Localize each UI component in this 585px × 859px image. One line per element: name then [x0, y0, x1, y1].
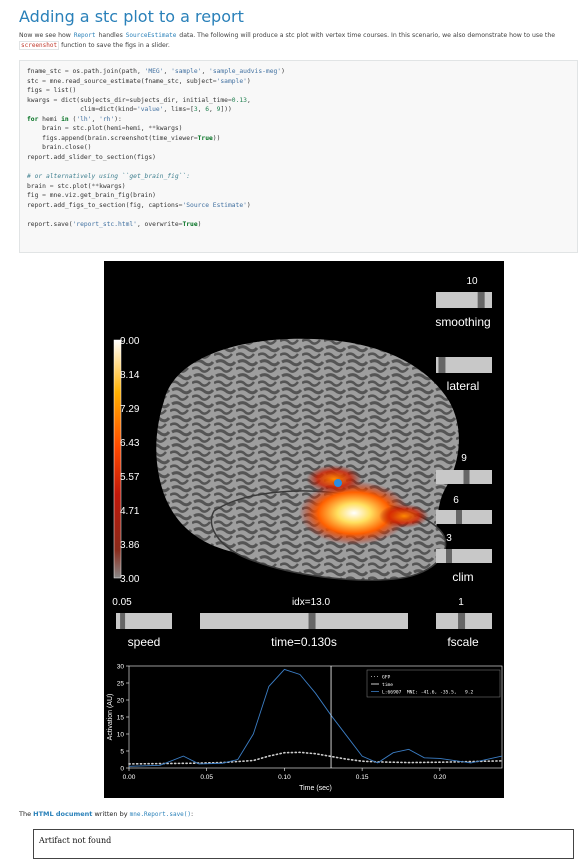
- caption-suffix: :: [191, 810, 194, 818]
- colorbar-tick-label: 8.14: [120, 370, 140, 381]
- colorbar-tick-label: 5.57: [120, 472, 140, 483]
- fscale-slider-handle[interactable]: [458, 613, 466, 629]
- orientation-slider-handle[interactable]: [438, 357, 446, 373]
- intro-text-1: Now we see how: [19, 32, 73, 39]
- x-tick-label: 0.20: [434, 774, 447, 781]
- y-tick-label: 10: [117, 732, 125, 739]
- legend-entry: L:66907 MNI: -41.6, -35.5, 9.2: [382, 689, 474, 695]
- clim-label: clim: [452, 570, 473, 584]
- y-tick-label: 5: [120, 749, 124, 756]
- smoothing-label: smoothing: [435, 315, 490, 329]
- x-axis-label: Time (sec): [299, 785, 332, 792]
- colorbar-tick-label: 9.00: [120, 336, 140, 347]
- legend-entry: GFP: [382, 674, 391, 680]
- code-listing: fname_stc = os.path.join(path, 'MEG', 's…: [27, 68, 285, 228]
- fscale-label: fscale: [447, 635, 479, 649]
- intro-text-4: function to save the figs in a slider.: [59, 42, 170, 49]
- intro-paragraph: Now we see how Report handles SourceEsti…: [19, 31, 579, 51]
- vertex-marker: [334, 479, 342, 487]
- report-save-link[interactable]: mne.Report.save(): [130, 811, 191, 818]
- speed-value: 0.05: [112, 597, 132, 608]
- speed-label: speed: [128, 635, 161, 649]
- time-slider[interactable]: [200, 613, 408, 629]
- time-label: time=0.130s: [271, 635, 337, 649]
- report-class-link[interactable]: Report: [73, 32, 97, 39]
- clim-mid-slider[interactable]: [436, 510, 492, 524]
- y-tick-label: 20: [117, 698, 125, 705]
- speed-slider-handle[interactable]: [120, 613, 126, 629]
- colorbar-tick-label: 6.43: [120, 438, 140, 449]
- artifact-message: Artifact not found: [39, 836, 112, 845]
- colorbar-tick-label: 4.71: [120, 506, 140, 517]
- brain-viewer-canvas: 9.008.147.296.435.574.713.863.00 10 smoo…: [107, 276, 503, 792]
- artifact-frame: Artifact not found: [33, 829, 574, 859]
- activation-blob-right: [379, 504, 429, 528]
- source-estimate-link[interactable]: SourceEstimate: [125, 32, 178, 39]
- legend-entry: time: [382, 682, 393, 688]
- screenshot-code: screenshot: [19, 41, 60, 50]
- y-tick-label: 30: [117, 664, 125, 671]
- section-title: Adding a stc plot to a report: [19, 7, 244, 26]
- colorbar-tick-label: 7.29: [120, 404, 140, 415]
- fscale-value: 1: [458, 597, 464, 608]
- colorbar-ticks: 9.00 8.14 7.29 6.43 5.57 4.71 3.86 3.00: [120, 336, 140, 585]
- code-block[interactable]: fname_stc = os.path.join(path, 'MEG', 's…: [19, 60, 578, 253]
- caption-prefix: The: [19, 810, 34, 818]
- clim-mid-value: 6: [453, 495, 459, 506]
- intro-text-3: data. The following will produce a stc p…: [177, 32, 556, 39]
- time-index-label: idx=13.0: [292, 597, 331, 608]
- activation-blob-upper: [306, 465, 362, 493]
- caption-mid: written by: [92, 810, 130, 818]
- clim-min-handle[interactable]: [446, 549, 452, 563]
- x-tick-label: 0.00: [123, 774, 136, 781]
- y-tick-label: 0: [120, 766, 124, 773]
- clim-max-handle[interactable]: [463, 470, 470, 484]
- clim-min-value: 3: [446, 533, 452, 544]
- y-tick-label: 25: [117, 681, 125, 688]
- report-output-caption: The HTML document written by mne.Report.…: [19, 810, 193, 818]
- y-axis-label: Activation (AU): [107, 694, 114, 741]
- intro-text-2: handles: [96, 32, 125, 39]
- orientation-label: lateral: [447, 379, 480, 393]
- y-tick-label: 15: [117, 715, 125, 722]
- time-course-plot: 0 5 10 15 20 25 30 0.00 0.05 0.10 0.15 0.20 Time (se…: [107, 664, 503, 792]
- time-slider-handle[interactable]: [308, 613, 316, 629]
- smoothing-value: 10: [466, 276, 478, 287]
- clim-mid-handle[interactable]: [456, 510, 462, 524]
- html-document-link[interactable]: HTML document: [33, 810, 92, 818]
- clim-max-value: 9: [461, 453, 467, 464]
- colorbar-tick-label: 3.86: [120, 540, 140, 551]
- x-tick-label: 0.15: [356, 774, 369, 781]
- clim-min-slider[interactable]: [436, 549, 492, 563]
- smoothing-slider-handle[interactable]: [477, 292, 485, 308]
- x-tick-label: 0.10: [278, 774, 291, 781]
- brain-viewer-screenshot: 9.00 8.14 7.29 6.43 5.57 4.71 3.86 3.00 10 smoo…: [104, 261, 504, 798]
- x-tick-label: 0.05: [200, 774, 213, 781]
- colorbar-tick-label: 3.00: [120, 574, 140, 585]
